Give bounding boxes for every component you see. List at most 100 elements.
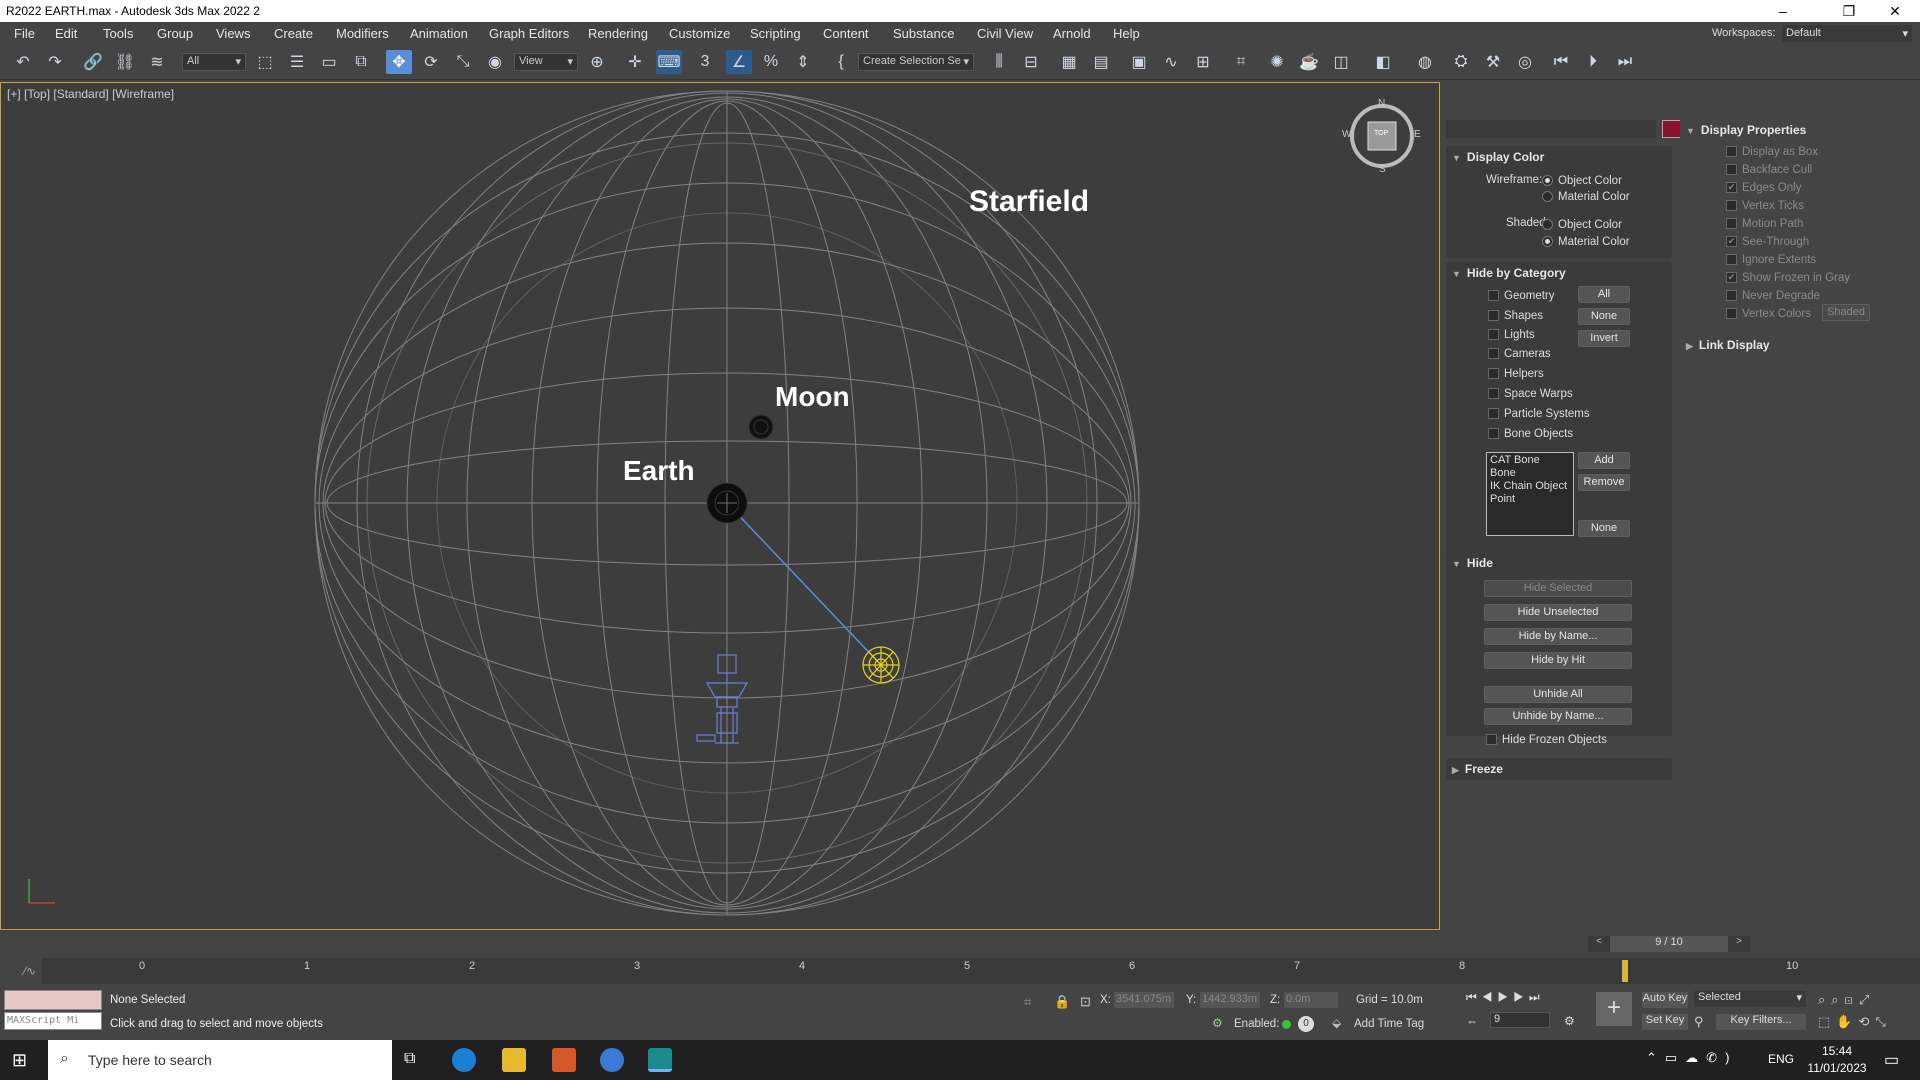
remove-button[interactable]: Remove <box>1578 474 1630 491</box>
menu-modifiers[interactable]: Modifiers <box>336 26 389 41</box>
time-marker[interactable] <box>1622 960 1628 982</box>
set-key-button[interactable]: Set Key <box>1642 1014 1688 1030</box>
selection-lock-icon[interactable]: 🔒 <box>1054 994 1070 1010</box>
helpers-checkbox[interactable] <box>1488 368 1499 379</box>
minimize-icon[interactable]: – <box>1760 0 1806 22</box>
maxscript-mini-listener[interactable]: MAXScript Mi <box>4 1012 102 1030</box>
hide-frozen-checkbox[interactable] <box>1486 734 1497 745</box>
next-frame-icon[interactable]: > <box>1728 936 1750 952</box>
playback-controls[interactable]: ⏮◀▶▶⏭ <box>1466 990 1545 1005</box>
task-view-icon[interactable]: ⧉ <box>404 1050 415 1068</box>
menu-rendering[interactable]: Rendering <box>588 26 648 41</box>
select-by-name-icon[interactable]: ☰ <box>284 50 310 74</box>
set-key-icon[interactable]: + <box>1596 992 1632 1026</box>
align-icon[interactable]: ⊟ <box>1018 50 1044 74</box>
backface-cull-checkbox[interactable] <box>1726 164 1737 175</box>
menu-content[interactable]: Content <box>823 26 869 41</box>
absolute-mode-icon[interactable]: ⊡ <box>1080 994 1091 1010</box>
mirror-icon[interactable]: ⫼ <box>986 50 1012 74</box>
object-color-swatch[interactable] <box>1662 120 1682 138</box>
hide-unselected-button[interactable]: Hide Unselected <box>1484 604 1632 621</box>
shaded-button[interactable]: Shaded <box>1822 304 1870 321</box>
system-tray-icons[interactable]: ⌃▭☁✆) <box>1646 1050 1737 1066</box>
adaptive-degradation-icon[interactable]: ⚙ <box>1212 1016 1223 1030</box>
arnold-render-icon[interactable]: ⛭ <box>1448 50 1474 74</box>
current-frame-field[interactable]: 9 <box>1490 1012 1550 1028</box>
snaps-toggle-icon[interactable]: 3 <box>692 50 718 74</box>
time-slider[interactable]: 9 / 10 <box>1610 936 1728 952</box>
redo-icon[interactable]: ↷ <box>42 50 68 74</box>
track-bar[interactable]: ⁄∿ 0 1 2 3 4 5 6 7 8 9 10 <box>24 958 1920 984</box>
hide-by-category-header[interactable]: ▼ Hide by Category <box>1452 266 1566 280</box>
menu-graph-editors[interactable]: Graph Editors <box>489 26 569 41</box>
never-degrade-checkbox[interactable] <box>1726 290 1737 301</box>
reference-coordinate-dropdown[interactable]: View ▾ <box>514 53 578 71</box>
key-filters-button[interactable]: Key Filters... <box>1716 1014 1806 1030</box>
window-crossing-icon[interactable]: ⧉ <box>348 50 374 74</box>
menu-group[interactable]: Group <box>157 26 193 41</box>
taskbar-search-box[interactable]: ⌕ Type here to search <box>48 1040 392 1080</box>
link-display-header[interactable]: ▶ Link Display <box>1686 338 1770 352</box>
link-icon[interactable]: 🔗 <box>80 50 106 74</box>
list-item[interactable]: IK Chain Object <box>1490 480 1570 493</box>
vertex-ticks-checkbox[interactable] <box>1726 200 1737 211</box>
menu-help[interactable]: Help <box>1113 26 1140 41</box>
menu-edit[interactable]: Edit <box>55 26 77 41</box>
hide-selected-button[interactable]: Hide Selected <box>1484 580 1632 597</box>
all-button[interactable]: All <box>1578 286 1630 303</box>
arnold-icon[interactable]: ◍ <box>1412 50 1438 74</box>
menu-civil-view[interactable]: Civil View <box>977 26 1033 41</box>
wireframe-object-color-radio[interactable] <box>1542 175 1553 186</box>
hide-by-name-button[interactable]: Hide by Name... <box>1484 628 1632 645</box>
show-frozen-gray-checkbox[interactable]: ✔ <box>1726 272 1737 283</box>
time-tag-icon[interactable]: 0 <box>1298 1016 1314 1032</box>
edge-icon[interactable] <box>452 1048 476 1072</box>
bind-spacewarp-icon[interactable]: ≋ <box>144 50 170 74</box>
menu-arnold[interactable]: Arnold <box>1053 26 1091 41</box>
maxscript-listener-pink[interactable] <box>4 990 102 1010</box>
arnold-light-icon[interactable]: ◎ <box>1512 50 1538 74</box>
viewport-nav-icons[interactable]: ⌕⌕⊡⤢ <box>1818 992 1875 1008</box>
enabled-indicator[interactable] <box>1282 1020 1291 1029</box>
time-config-icon[interactable]: ⚙ <box>1564 1014 1575 1028</box>
menu-create[interactable]: Create <box>274 26 313 41</box>
freeze-header[interactable]: ▶ Freeze <box>1452 762 1503 776</box>
pivot-center-icon[interactable]: ⊕ <box>584 50 610 74</box>
notifications-icon[interactable]: ▭ <box>1884 1050 1899 1070</box>
unlink-icon[interactable]: ⛓ <box>112 50 138 74</box>
cameras-checkbox[interactable] <box>1488 348 1499 359</box>
store-icon[interactable] <box>552 1048 576 1072</box>
move-icon[interactable]: ✥ <box>386 50 412 74</box>
viewcube-north[interactable]: N <box>1378 98 1385 109</box>
arnold-tool-icon[interactable]: ⚒ <box>1480 50 1506 74</box>
invert-button[interactable]: Invert <box>1578 330 1630 347</box>
curve-editor-icon[interactable]: ∿ <box>1158 50 1184 74</box>
select-object-icon[interactable]: ⬚ <box>252 50 278 74</box>
list-item[interactable]: CAT Bone <box>1490 454 1570 467</box>
unhide-all-button[interactable]: Unhide All <box>1484 686 1632 703</box>
space-warps-checkbox[interactable] <box>1488 388 1499 399</box>
shaded-material-color-radio[interactable] <box>1542 236 1553 247</box>
geometry-checkbox[interactable] <box>1488 290 1499 301</box>
ribbon-icon[interactable]: ▣ <box>1126 50 1152 74</box>
scene-explorer-icon[interactable]: ▦ <box>1056 50 1082 74</box>
none-button[interactable]: None <box>1578 308 1630 325</box>
viewcube-west[interactable]: W <box>1342 129 1351 140</box>
wireframe-material-color-radio[interactable] <box>1542 191 1553 202</box>
display-properties-header[interactable]: ▼ Display Properties <box>1686 123 1806 137</box>
rect-selection-icon[interactable]: ▭ <box>316 50 342 74</box>
z-coordinate-field[interactable]: 0.0m <box>1284 992 1338 1008</box>
restore-icon[interactable]: ❐ <box>1826 0 1872 22</box>
spinner-snap-icon[interactable]: ⇕ <box>790 50 816 74</box>
object-name-field[interactable] <box>1446 120 1656 138</box>
key-mode-icon[interactable]: ⇔ <box>1466 1014 1478 1028</box>
shapes-checkbox[interactable] <box>1488 310 1499 321</box>
menu-animation[interactable]: Animation <box>410 26 468 41</box>
list-item[interactable]: Bone <box>1490 467 1570 480</box>
keyboard-shortcut-override-icon[interactable]: ⌨ <box>656 50 682 74</box>
mini-curve-editor-icon[interactable]: ⁄∿ <box>24 964 36 978</box>
rotate-icon[interactable]: ⟳ <box>418 50 444 74</box>
angle-snap-icon[interactable]: ∠ <box>726 50 752 74</box>
y-coordinate-field[interactable]: 1442.933m <box>1200 992 1260 1008</box>
lights-checkbox[interactable] <box>1488 329 1499 340</box>
